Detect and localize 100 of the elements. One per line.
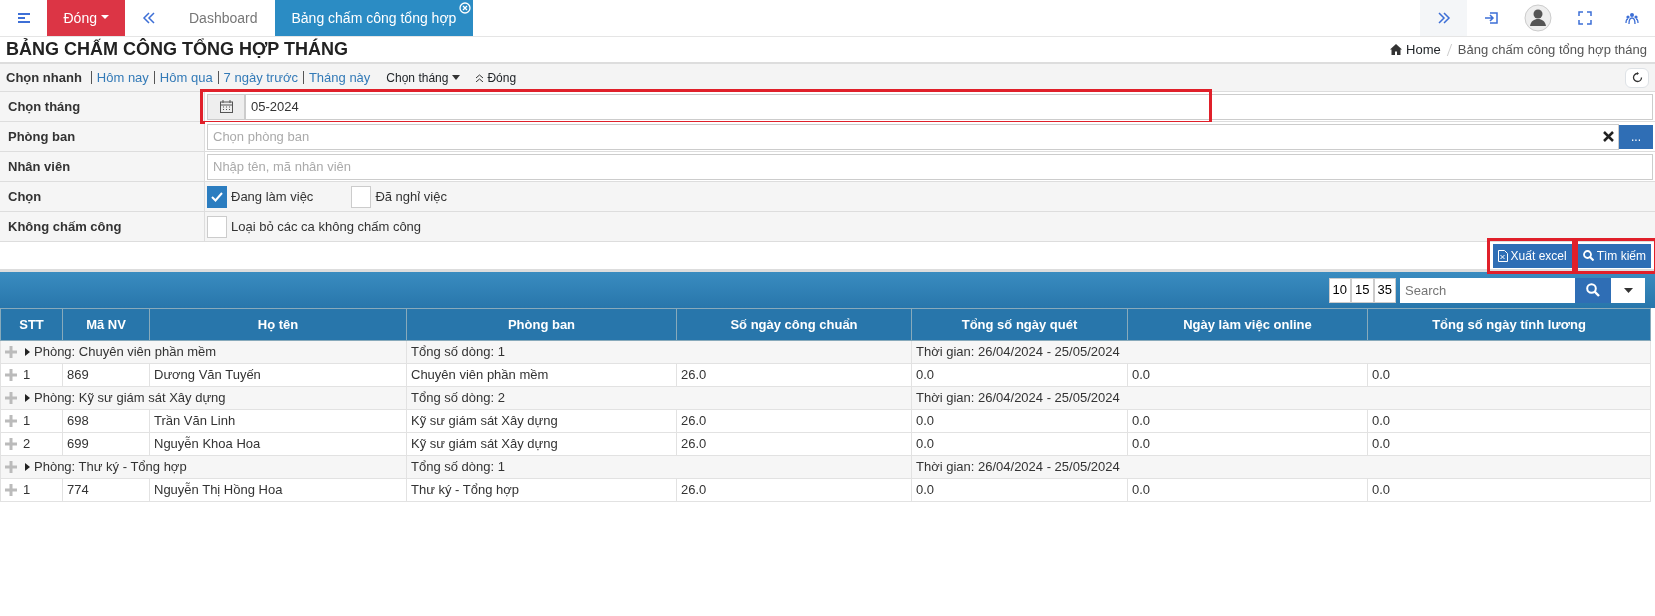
table-cell: Nguyễn Khoa Hoa <box>149 432 407 456</box>
search-field[interactable]: Search <box>1400 277 1575 303</box>
table-cell: 774 <box>62 478 150 502</box>
quick-filter-link[interactable]: Hôm qua <box>159 67 213 88</box>
menu-icon <box>16 12 31 24</box>
table-cell: 698 <box>62 409 150 433</box>
column-header[interactable]: Tổng số ngày quét <box>911 308 1128 341</box>
table-cell: Chuyên viên phần mềm <box>406 363 677 387</box>
row-number: 1 <box>23 366 31 385</box>
expand-icon[interactable] <box>5 346 17 358</box>
table-cell: Trần Văn Linh <box>149 409 407 433</box>
caret-icon <box>1623 287 1633 293</box>
column-header[interactable]: Ngày làm việc online <box>1127 308 1368 341</box>
logout-icon <box>1483 11 1498 25</box>
home-icon <box>1390 44 1403 55</box>
expand-icon[interactable] <box>5 461 17 473</box>
page-size-button[interactable]: 15 <box>1351 277 1374 303</box>
table-cell: 699 <box>62 432 150 456</box>
table-cell: 0.0 <box>1127 432 1368 456</box>
table-cell: 26.0 <box>676 409 912 433</box>
expand-icon[interactable] <box>5 438 17 450</box>
field-label: Chọn <box>0 182 205 211</box>
clear-icon[interactable] <box>1603 131 1614 142</box>
table-cell: Kỹ sư giám sát Xây dựng <box>406 432 677 456</box>
group-title: Phòng: Kỹ sư giám sát Xây dựng <box>34 389 226 408</box>
caret-right-icon <box>25 348 30 356</box>
checkbox-label: Đang làm việc <box>231 187 314 206</box>
column-header[interactable]: Phòng ban <box>406 308 677 341</box>
column-header[interactable]: Số ngày công chuẩn <box>676 308 912 341</box>
users-icon <box>1624 11 1639 25</box>
table-cell: 0.0 <box>911 409 1128 433</box>
page-tab[interactable]: Bảng chấm công tổng hợp <box>274 0 474 36</box>
browse-button[interactable]: ... <box>1619 124 1653 149</box>
search-icon <box>1582 250 1594 261</box>
table-cell: Kỹ sư giám sát Xây dựng <box>406 409 677 433</box>
column-header[interactable]: Họ tên <box>149 308 407 341</box>
table-cell: 0.0 <box>1367 478 1651 502</box>
caret-icon <box>452 75 461 80</box>
expand-icon[interactable] <box>5 415 17 427</box>
table-cell: 0.0 <box>1127 363 1368 387</box>
dropdown-button[interactable] <box>1611 277 1645 303</box>
home-link[interactable]: Home <box>1390 39 1441 60</box>
double-caret-up-icon <box>476 73 484 82</box>
group-count: Tổng số dòng: 1 <box>406 455 912 479</box>
caret-right-icon <box>25 394 30 402</box>
group-period: Thời gian: 26/04/2024 - 25/05/2024 <box>911 455 1651 479</box>
table-cell: 26.0 <box>676 432 912 456</box>
row-number: 1 <box>23 481 31 500</box>
column-header[interactable]: Tổng số ngày tính lương <box>1367 308 1651 341</box>
row-number: 1 <box>23 412 31 431</box>
month-field[interactable]: 05-2024 <box>245 93 1653 120</box>
group-count: Tổng số dòng: 1 <box>406 340 912 364</box>
expand-icon[interactable] <box>5 392 17 404</box>
quick-filter-link[interactable]: Hôm nay <box>96 67 149 88</box>
table-cell: 0.0 <box>911 363 1128 387</box>
expand-icon[interactable] <box>5 369 17 381</box>
calendar-icon <box>219 100 233 113</box>
group-title: Phòng: Chuyên viên phần mềm <box>34 343 217 362</box>
avatar-icon <box>1523 4 1552 32</box>
table-cell: 26.0 <box>676 478 912 502</box>
table-cell: 0.0 <box>1127 409 1368 433</box>
employee-field[interactable]: Nhập tên, mã nhân viên <box>207 153 1653 180</box>
field-label: Không chấm công <box>0 212 205 241</box>
quick-filter-link[interactable]: 7 ngày trước <box>223 67 298 88</box>
group-period: Thời gian: 26/04/2024 - 25/05/2024 <box>911 340 1651 364</box>
fullscreen-icon <box>1577 11 1592 25</box>
page-size-button[interactable]: 35 <box>1373 277 1396 303</box>
table-cell: Nguyễn Thị Hồng Hoa <box>149 478 407 502</box>
table-cell: 0.0 <box>1367 363 1651 387</box>
refresh-button[interactable] <box>1625 67 1649 88</box>
checkbox[interactable] <box>207 185 227 208</box>
month-menu-link[interactable]: Chọn tháng <box>386 68 461 87</box>
table-cell: 26.0 <box>676 363 912 387</box>
checkbox-label: Loại bỏ các ca không chấm công <box>231 217 422 236</box>
checkbox[interactable] <box>207 215 227 238</box>
checkbox-label: Đã nghỉ việc <box>375 187 447 206</box>
double-chevron-icon <box>141 11 156 25</box>
caret-right-icon <box>25 463 30 471</box>
search-icon <box>1586 283 1600 297</box>
column-header[interactable]: Mã NV <box>62 308 150 341</box>
table-cell: 0.0 <box>911 432 1128 456</box>
search-button[interactable] <box>1575 277 1611 303</box>
double-chevron-icon <box>1436 11 1451 25</box>
expand-icon[interactable] <box>5 484 17 496</box>
checkbox[interactable] <box>351 185 372 208</box>
collapse-link[interactable]: Đóng <box>476 68 517 87</box>
group-count: Tổng số dòng: 2 <box>406 386 912 410</box>
check-icon <box>211 191 223 202</box>
column-header[interactable]: STT <box>0 308 63 341</box>
group-period: Thời gian: 26/04/2024 - 25/05/2024 <box>911 386 1651 410</box>
table-cell: 0.0 <box>1127 478 1368 502</box>
table-cell: 869 <box>62 363 150 387</box>
close-icon <box>459 2 472 14</box>
page-size-button[interactable]: 10 <box>1328 277 1352 303</box>
expand-button[interactable] <box>1420 0 1467 36</box>
excel-file-icon <box>1497 249 1508 262</box>
quick-filter-link[interactable]: Tháng này <box>308 67 371 88</box>
close-menu-button[interactable]: Đóng <box>47 0 125 36</box>
breadcrumb-current: Bảng chấm công tổng hợp tháng <box>1457 40 1647 59</box>
table-cell: 0.0 <box>911 478 1128 502</box>
